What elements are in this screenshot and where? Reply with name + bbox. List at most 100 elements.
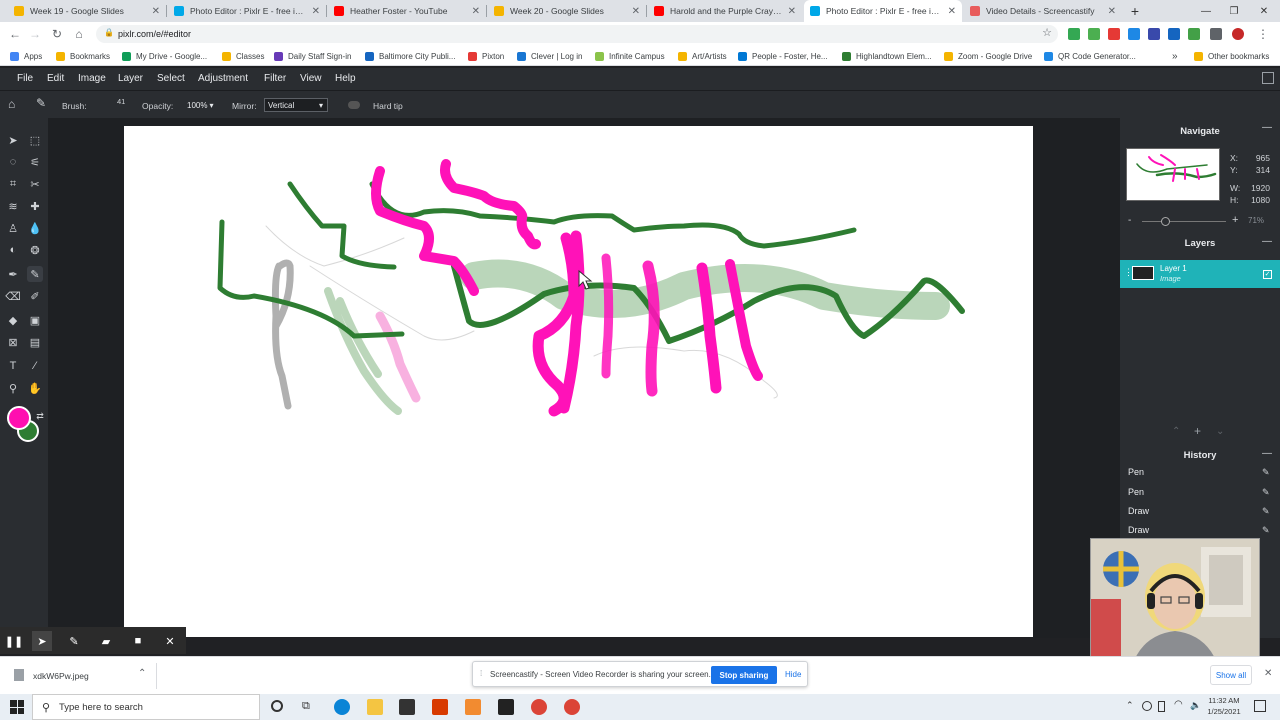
menu-filter[interactable]: Filter <box>264 73 286 84</box>
store-icon[interactable] <box>399 699 415 715</box>
app-icon[interactable] <box>498 699 514 715</box>
zoom-out-button[interactable]: - <box>1128 215 1131 226</box>
close-icon[interactable]: ✕ <box>312 6 320 17</box>
bookmarks-overflow-icon[interactable]: » <box>1172 49 1178 63</box>
volume-icon[interactable]: 🔈 <box>1190 700 1201 711</box>
arrange-tool-icon[interactable]: ➤ <box>5 132 21 148</box>
replace-color-tool-icon[interactable]: ✐ <box>27 288 43 304</box>
collapse-icon[interactable]: — <box>1262 448 1272 459</box>
menu-help[interactable]: Help <box>335 73 356 84</box>
close-icon[interactable]: ✕ <box>160 631 180 651</box>
menu-file[interactable]: File <box>17 73 33 84</box>
extension-icon[interactable] <box>1148 28 1160 40</box>
hand-tool-icon[interactable]: ✋ <box>27 380 43 396</box>
close-icon[interactable]: ✕ <box>948 6 956 17</box>
menu-view[interactable]: View <box>300 73 322 84</box>
layer-row[interactable]: ⋮ Layer 1 Image ✓ <box>1120 260 1280 288</box>
clock-time[interactable]: 11:32 AM <box>1206 696 1242 705</box>
address-bar[interactable]: 🔒 pixlr.com/e/#editor ☆ <box>96 25 1058 43</box>
star-icon[interactable]: ☆ <box>1042 26 1052 39</box>
marquee-tool-icon[interactable]: ⬚ <box>27 132 43 148</box>
history-item[interactable]: Pen <box>1128 467 1144 477</box>
chrome-icon[interactable] <box>531 699 547 715</box>
browser-tab[interactable]: Week 19 - Google Slides ✕ <box>8 0 166 22</box>
menu-layer[interactable]: Layer <box>118 73 143 84</box>
navigator-thumbnail[interactable] <box>1126 148 1220 201</box>
chrome-icon[interactable] <box>564 699 580 715</box>
close-icon[interactable]: ✕ <box>632 6 640 17</box>
home-icon[interactable]: ⌂ <box>70 25 88 43</box>
collapse-icon[interactable]: — <box>1262 236 1272 247</box>
layer-down-icon[interactable]: ⌄ <box>1216 426 1224 437</box>
close-icon[interactable]: ✕ <box>472 6 480 17</box>
layer-visible-checkbox[interactable]: ✓ <box>1263 270 1272 279</box>
bookmark-item[interactable]: Classes <box>222 49 264 63</box>
battery-icon[interactable] <box>1158 701 1165 712</box>
clock-date[interactable]: 1/25/2021 <box>1206 707 1242 716</box>
edge-icon[interactable] <box>334 699 350 715</box>
history-item[interactable]: Pen <box>1128 487 1144 497</box>
browser-tab-active[interactable]: Photo Editor : Pixlr E - free image ... … <box>804 0 962 22</box>
home-icon[interactable]: ⌂ <box>8 97 15 111</box>
screencastify-taskbar-icon[interactable] <box>465 699 481 715</box>
cutout-tool-icon[interactable]: ✂ <box>27 176 43 192</box>
hide-button[interactable]: Hide <box>785 670 801 679</box>
bookmark-item[interactable]: Other bookmarks <box>1194 49 1269 63</box>
drawing-canvas[interactable] <box>124 126 1033 637</box>
opacity-select[interactable]: 100% ▾ <box>184 98 218 112</box>
layer-up-icon[interactable]: ⌃ <box>1172 426 1180 437</box>
extension-icon[interactable] <box>1068 28 1080 40</box>
task-view-icon[interactable]: ⧉ <box>302 700 310 713</box>
wifi-icon[interactable]: ◠ <box>1174 699 1183 710</box>
eraser-tool-icon[interactable]: ⌫ <box>5 288 21 304</box>
primary-color-swatch[interactable] <box>7 406 31 430</box>
blur-tool-icon[interactable]: 💧 <box>27 220 43 236</box>
bookmark-item[interactable]: Art/Artists <box>678 49 727 63</box>
reload-icon[interactable]: ↻ <box>48 25 66 43</box>
restore-button[interactable]: ❐ <box>1218 0 1250 22</box>
stop-sharing-button[interactable]: Stop sharing <box>711 666 777 684</box>
browser-tab[interactable]: Photo Editor : Pixlr E - free image ... … <box>168 0 326 22</box>
add-layer-icon[interactable]: + <box>1194 424 1201 438</box>
fill-tool-icon[interactable]: ◆ <box>5 312 21 328</box>
wand-tool-icon[interactable]: ⚟ <box>27 154 43 170</box>
extension-icon[interactable] <box>1088 28 1100 40</box>
extension-icon[interactable] <box>1168 28 1180 40</box>
hard-tip-toggle[interactable] <box>348 101 360 109</box>
history-item[interactable]: Draw <box>1128 525 1149 535</box>
heal-tool-icon[interactable]: ✚ <box>27 198 43 214</box>
pen-tool-icon[interactable]: ✒ <box>5 266 21 282</box>
forward-icon[interactable]: → <box>26 25 44 43</box>
cursor-icon[interactable]: ➤ <box>32 631 52 651</box>
extension-icon[interactable] <box>1108 28 1120 40</box>
dodge-tool-icon[interactable]: ◐ <box>5 242 21 258</box>
liquify-tool-icon[interactable]: ≋ <box>5 198 21 214</box>
onedrive-icon[interactable] <box>1142 701 1152 711</box>
zoom-in-button[interactable]: + <box>1232 214 1238 226</box>
close-icon[interactable]: ✕ <box>152 6 160 17</box>
bookmark-item[interactable]: Zoom - Google Drive <box>944 49 1032 63</box>
bookmark-item[interactable]: QR Code Generator... <box>1044 49 1136 63</box>
zoom-tool-icon[interactable]: ⚲ <box>5 380 21 396</box>
bookmark-item[interactable]: Baltimore City Publi... <box>365 49 455 63</box>
highlighter-icon[interactable]: ▰ <box>96 631 116 651</box>
menu-select[interactable]: Select <box>157 73 185 84</box>
browser-tab[interactable]: Week 20 - Google Slides ✕ <box>488 0 646 22</box>
office-icon[interactable] <box>432 699 448 715</box>
webcam-overlay[interactable] <box>1090 538 1260 668</box>
menu-adjustment[interactable]: Adjustment <box>198 73 248 84</box>
close-icon[interactable]: ✕ <box>788 6 796 17</box>
bookmark-item[interactable]: Highlandtown Elem... <box>842 49 932 63</box>
close-icon[interactable]: ✕ <box>1108 6 1116 17</box>
taskbar-search-box[interactable]: ⚲ Type here to search <box>32 694 260 720</box>
picker-tool-icon[interactable]: ⁄ <box>27 358 43 374</box>
back-icon[interactable]: ← <box>6 25 24 43</box>
bookmark-item[interactable]: Clever | Log in <box>517 49 582 63</box>
brush-tool-icon[interactable]: ✎ <box>27 266 43 282</box>
notifications-icon[interactable] <box>1254 700 1266 712</box>
bookmark-item[interactable]: My Drive - Google... <box>122 49 207 63</box>
extension-icon[interactable] <box>1188 28 1200 40</box>
bookmark-item[interactable]: Infinite Campus <box>595 49 665 63</box>
tray-chevron-icon[interactable]: ⌃ <box>1126 700 1134 711</box>
new-tab-button[interactable]: + <box>1122 0 1148 22</box>
